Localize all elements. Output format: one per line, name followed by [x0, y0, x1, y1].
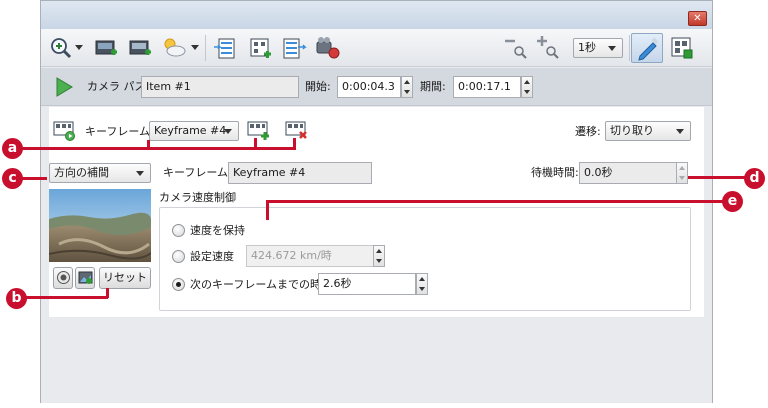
toolbar: 1秒	[41, 29, 712, 67]
start-label: 開始:	[305, 80, 331, 93]
callout-c-badge: c	[2, 168, 23, 189]
speed-group-title: カメラ速度制御	[159, 191, 236, 204]
grid-view-icon[interactable]	[669, 35, 695, 61]
duration-stepper[interactable]	[521, 76, 533, 98]
reset-button[interactable]: リセット	[99, 267, 151, 289]
set-speed-field[interactable]: 424.672 km/時	[246, 245, 374, 267]
set-speed-stepper[interactable]	[373, 245, 385, 267]
keyframe-name-field[interactable]: Keyframe #4	[228, 162, 372, 184]
capture-view-icon	[78, 271, 93, 284]
keyframe-panel: キーフレーム: Keyframe #4 遷移: 切り取り 方向の補間 キーフレー…	[49, 107, 704, 317]
callout-leader	[21, 177, 47, 180]
callout-leader	[106, 288, 109, 298]
zoom-fit-icon[interactable]	[535, 35, 561, 61]
keyframe-label: キーフレーム:	[85, 125, 154, 138]
wait-time-stepper[interactable]	[676, 162, 688, 184]
export-icon[interactable]	[281, 35, 307, 61]
draw-tool-icon	[638, 37, 659, 61]
transition-select-value: 切り取り	[610, 124, 654, 137]
time-step-select[interactable]: 1秒	[573, 38, 623, 58]
callout-e-badge: e	[722, 191, 743, 212]
transition-select[interactable]: 切り取り	[605, 121, 691, 141]
keyframe-thumbnail	[49, 189, 151, 262]
time-to-next-stepper[interactable]	[416, 273, 428, 295]
camera-speed-group: 速度を保持 設定速度 424.672 km/時 次のキーフレームまでの時間 2.…	[159, 207, 691, 311]
time-to-next-label: 次のキーフレームまでの時間	[190, 278, 333, 291]
title-bar: ✕	[41, 1, 712, 29]
import-icon[interactable]	[213, 35, 239, 61]
callout-d-badge: d	[744, 168, 765, 189]
draw-tool-toggle[interactable]	[631, 33, 663, 63]
camera-path-name-field[interactable]: Item #1	[141, 76, 299, 98]
start-time-stepper[interactable]	[401, 76, 413, 98]
callout-leader	[293, 138, 296, 150]
keyframe-name-label: キーフレーム:	[163, 166, 232, 179]
chevron-down-icon	[136, 171, 144, 176]
zoom-out-icon[interactable]	[503, 35, 529, 61]
delete-keyframe-icon[interactable]	[285, 121, 309, 141]
add-view-icon[interactable]	[127, 35, 153, 61]
start-time-field[interactable]: 0:00:04.3	[337, 76, 401, 98]
add-keyframe-icon[interactable]	[247, 121, 271, 141]
chevron-down-icon	[224, 129, 232, 134]
direction-mode-value: 方向の補間	[54, 166, 109, 179]
callout-leader	[688, 176, 746, 179]
target-button[interactable]	[53, 267, 73, 289]
close-button[interactable]: ✕	[688, 11, 707, 26]
time-step-value: 1秒	[578, 41, 596, 54]
camera-path-bar: カメラ パス: Item #1 開始: 0:00:04.3 期間: 0:00:1…	[41, 68, 712, 106]
weather-menu-arrow-icon[interactable]	[191, 45, 199, 50]
keyframe-play-icon[interactable]	[53, 121, 77, 141]
direction-mode-select[interactable]: 方向の補間	[49, 163, 151, 183]
transition-label: 遷移:	[575, 125, 601, 138]
callout-leader	[266, 200, 269, 220]
time-to-next-radio[interactable]	[172, 278, 185, 291]
keyframe-select[interactable]: Keyframe #4	[149, 121, 239, 141]
add-location-icon[interactable]	[93, 35, 119, 61]
capture-view-button[interactable]	[75, 267, 95, 289]
target-icon	[57, 271, 70, 284]
keep-speed-radio[interactable]	[172, 224, 185, 237]
set-speed-label: 設定速度	[190, 250, 234, 263]
add-keyframe-icon[interactable]	[247, 35, 273, 61]
callout-leader	[26, 296, 108, 299]
panel-footer-area	[41, 317, 712, 403]
set-speed-radio[interactable]	[172, 250, 185, 263]
time-to-next-field[interactable]: 2.6秒	[318, 273, 416, 295]
keyframe-select-value: Keyframe #4	[154, 124, 227, 137]
zoom-in-icon[interactable]	[47, 35, 73, 61]
chevron-down-icon	[608, 46, 616, 51]
wait-time-label: 待機時間:	[531, 166, 579, 179]
duration-label: 期間:	[420, 80, 446, 93]
callout-b-badge: b	[6, 288, 27, 309]
play-icon[interactable]	[55, 77, 73, 97]
weather-icon[interactable]	[161, 35, 187, 61]
toolbar-separator	[205, 35, 206, 61]
chevron-down-icon	[676, 129, 684, 134]
toolbar-separator	[629, 35, 630, 61]
zoom-menu-arrow-icon[interactable]	[75, 45, 83, 50]
callout-leader	[266, 200, 726, 203]
wait-time-field[interactable]: 0.0秒	[579, 162, 677, 184]
duration-field[interactable]: 0:00:17.1	[453, 76, 521, 98]
keep-speed-label: 速度を保持	[190, 224, 245, 237]
callout-a-badge: a	[2, 138, 23, 159]
callout-leader	[254, 138, 257, 150]
record-icon[interactable]	[315, 35, 341, 61]
camera-path-label: カメラ パス:	[87, 80, 150, 93]
